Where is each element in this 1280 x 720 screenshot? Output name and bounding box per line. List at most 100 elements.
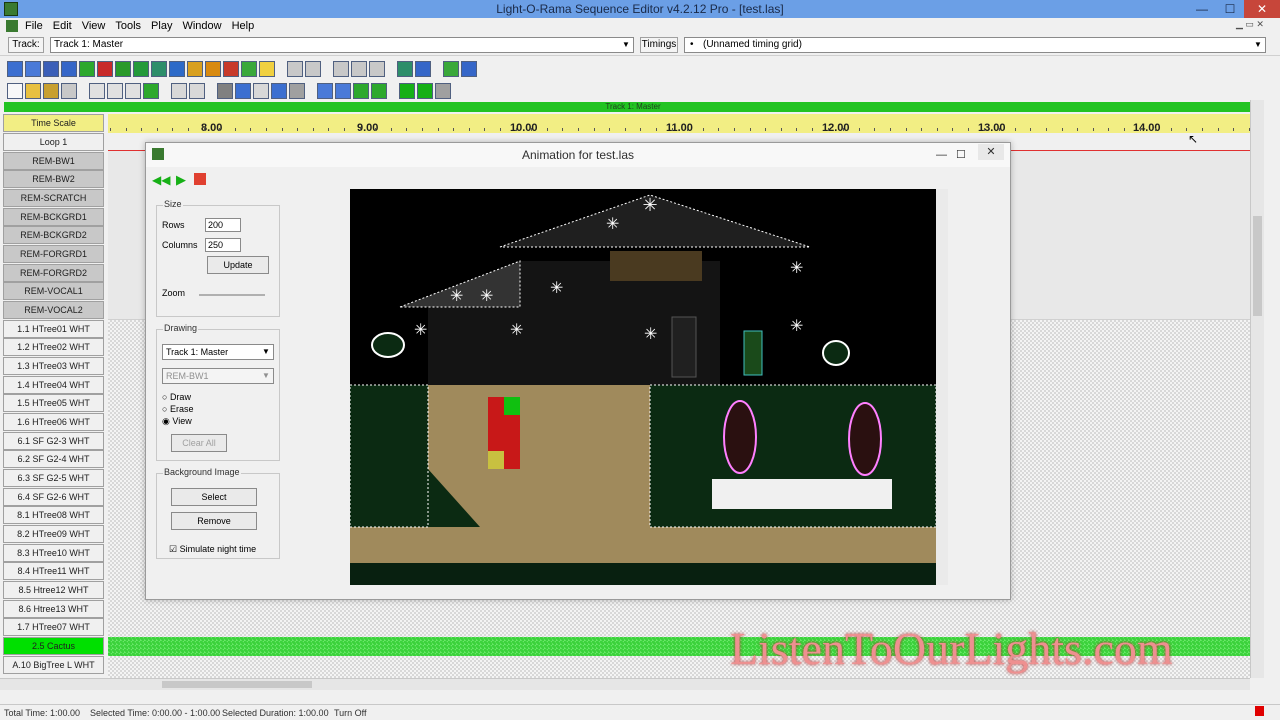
zoom-in-icon[interactable] xyxy=(317,83,334,99)
channel-row[interactable]: A.10 BigTree L WHT xyxy=(3,656,104,674)
maximize-button[interactable]: ☐ xyxy=(1216,0,1244,18)
channel-row[interactable]: 1.6 HTree06 WHT xyxy=(3,413,104,431)
channel-row[interactable]: 8.6 Htree13 WHT xyxy=(3,600,104,618)
pencil-icon[interactable] xyxy=(241,61,257,77)
paint-icon[interactable] xyxy=(205,61,221,77)
paste-effect-icon[interactable] xyxy=(415,61,432,77)
play-icon[interactable] xyxy=(399,83,416,99)
dialog-minimize-button[interactable]: — xyxy=(936,143,947,167)
zoom-sel-icon[interactable] xyxy=(371,83,388,99)
time-scale[interactable]: 8.00 9.00 10.00 11.00 12.00 13.00 14.00 xyxy=(108,114,1250,134)
timings-button[interactable]: Timings xyxy=(640,37,678,53)
channel-row[interactable]: 1.3 HTree03 WHT xyxy=(3,357,104,375)
star-icon[interactable] xyxy=(259,61,275,77)
menu-view[interactable]: View xyxy=(77,18,111,34)
brush-icon[interactable] xyxy=(223,61,239,77)
print-icon[interactable] xyxy=(61,83,77,99)
zoom-slider[interactable] xyxy=(199,294,265,296)
save-icon[interactable] xyxy=(43,83,59,99)
zoom-fit-icon[interactable] xyxy=(353,83,370,99)
stop-icon[interactable] xyxy=(435,83,452,99)
vertical-scrollbar[interactable] xyxy=(1250,100,1264,678)
update-button[interactable]: Update xyxy=(207,256,269,274)
menu-tools[interactable]: Tools xyxy=(110,18,146,34)
paste-icon[interactable] xyxy=(125,83,142,99)
channel-row[interactable]: 8.3 HTree10 WHT xyxy=(3,544,104,562)
channel-row[interactable]: REM-FORGRD2 xyxy=(3,264,104,282)
tools-icon[interactable] xyxy=(443,61,460,77)
channel-row[interactable]: 8.1 HTree08 WHT xyxy=(3,506,104,524)
channel-row[interactable]: 8.2 HTree09 WHT xyxy=(3,525,104,543)
channel-row[interactable]: REM-BW2 xyxy=(3,170,104,188)
doc-icon[interactable] xyxy=(6,20,18,32)
copy-icon[interactable] xyxy=(107,83,124,99)
channel-row[interactable]: 8.5 Htree12 WHT xyxy=(3,581,104,599)
menu-window[interactable]: Window xyxy=(177,18,226,34)
channel-row[interactable]: 6.1 SF G2-3 WHT xyxy=(3,432,104,450)
channel-row[interactable]: 8.4 HTree11 WHT xyxy=(3,562,104,580)
copy-effect-icon[interactable] xyxy=(397,61,414,77)
effect-off-icon[interactable] xyxy=(25,61,41,77)
channel-row[interactable]: REM-FORGRD1 xyxy=(3,245,104,263)
effect-on-icon[interactable] xyxy=(7,61,23,77)
play-from-icon[interactable] xyxy=(417,83,434,99)
timings-select[interactable]: • (Unnamed timing grid) ▼ xyxy=(684,37,1266,53)
stop-square-icon[interactable] xyxy=(289,83,306,99)
refresh-icon[interactable] xyxy=(143,83,160,99)
columns-input[interactable] xyxy=(205,238,241,252)
channel-row[interactable]: 1.4 HTree04 WHT xyxy=(3,376,104,394)
rows-input[interactable] xyxy=(205,218,241,232)
channel-row[interactable]: 6.3 SF G2-5 WHT xyxy=(3,469,104,487)
simulate-night-checkbox[interactable]: ☑ Simulate night time xyxy=(169,544,256,555)
grid-icon[interactable] xyxy=(461,61,478,77)
menu-edit[interactable]: Edit xyxy=(48,18,77,34)
fade-up-icon[interactable] xyxy=(79,61,95,77)
channel-row[interactable]: REM-VOCAL2 xyxy=(3,301,104,319)
channel-row[interactable]: 6.2 SF G2-4 WHT xyxy=(3,450,104,468)
channel-row[interactable]: REM-BCKGRD1 xyxy=(3,208,104,226)
channel-row[interactable]: REM-BW1 xyxy=(3,152,104,170)
twinkle-icon[interactable] xyxy=(43,61,59,77)
channel-row[interactable]: REM-SCRATCH xyxy=(3,189,104,207)
new-icon[interactable] xyxy=(7,83,23,99)
channel-row-cactus[interactable]: 2.5 Cactus xyxy=(3,637,104,655)
play-icon[interactable]: ▶ xyxy=(176,172,190,187)
track-button[interactable]: Track: xyxy=(8,37,44,53)
list-icon[interactable] xyxy=(253,83,270,99)
chase-icon[interactable] xyxy=(133,61,149,77)
cube-icon[interactable] xyxy=(235,83,252,99)
channel-row[interactable]: 6.4 SF G2-6 WHT xyxy=(3,488,104,506)
dialog-maximize-button[interactable]: ☐ xyxy=(956,143,966,167)
mode-view-radio[interactable]: ◉ View xyxy=(162,416,192,427)
undo-icon[interactable] xyxy=(171,83,188,99)
channel-row[interactable]: 1.7 HTree07 WHT xyxy=(3,618,104,636)
track-select[interactable]: Track 1: Master ▼ xyxy=(50,37,634,53)
mode-draw-radio[interactable]: ○ Draw xyxy=(162,392,191,402)
shimmer-icon[interactable] xyxy=(61,61,77,77)
drawing-track-select[interactable]: Track 1: Master ▼ xyxy=(162,344,274,360)
mdi-controls[interactable]: ▁ ▭ ✕ xyxy=(1236,19,1264,30)
rewind-icon[interactable]: ◀◀ xyxy=(152,173,170,187)
channel-row[interactable]: REM-VOCAL1 xyxy=(3,282,104,300)
animation-canvas[interactable]: ✳ ✳ ✳ ✳ ✳ ✳ ✳ ✳ ✳ ✳ xyxy=(349,189,937,585)
cut-icon[interactable] xyxy=(89,83,106,99)
channel-row[interactable]: 1.1 HTree01 WHT xyxy=(3,320,104,338)
canvas-scrollbar[interactable] xyxy=(936,189,948,585)
columns-icon[interactable] xyxy=(217,83,234,99)
master-track-bar[interactable]: Track 1: Master xyxy=(4,102,1262,112)
stop-icon[interactable] xyxy=(194,173,206,185)
zoom-out-icon[interactable] xyxy=(335,83,352,99)
minimize-button[interactable]: — xyxy=(1188,0,1216,18)
channel-row[interactable]: 1.2 HTree02 WHT xyxy=(3,338,104,356)
select-button[interactable]: Select xyxy=(171,488,257,506)
horizontal-scrollbar[interactable] xyxy=(0,678,1250,690)
open-icon[interactable] xyxy=(25,83,41,99)
ramp-icon[interactable] xyxy=(115,61,131,77)
channel-row[interactable]: 1.5 HTree05 WHT xyxy=(3,394,104,412)
color-icon[interactable] xyxy=(151,61,167,77)
tree-icon[interactable] xyxy=(169,61,185,77)
fade-down-icon[interactable] xyxy=(97,61,113,77)
redo-icon[interactable] xyxy=(189,83,206,99)
mode-erase-radio[interactable]: ○ Erase xyxy=(162,404,193,414)
remove-button[interactable]: Remove xyxy=(171,512,257,530)
